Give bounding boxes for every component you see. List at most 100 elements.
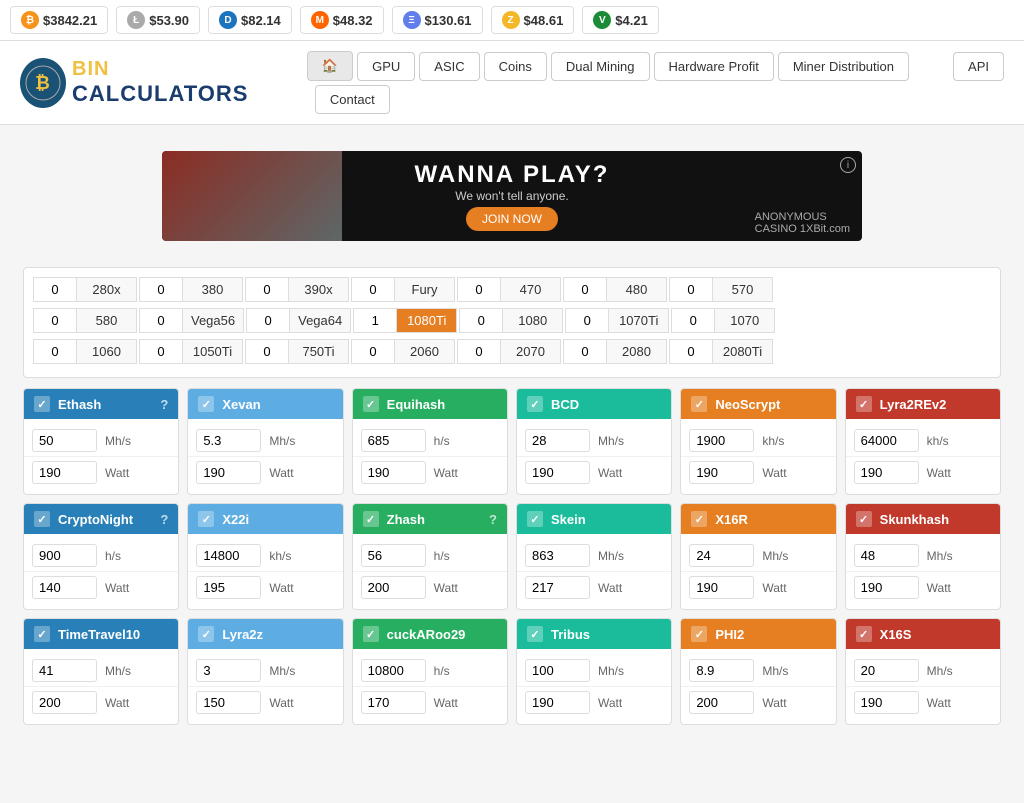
algo-check-icon: ✓ [856, 511, 872, 527]
algo-header-lyra2rev2[interactable]: ✓Lyra2REv2 [846, 389, 1000, 419]
gpu-qty-input-380[interactable] [140, 278, 182, 301]
algo-watt-input[interactable] [689, 576, 754, 599]
gpu-qty-input-1070ti[interactable] [566, 309, 608, 332]
algo-header-timetravel10[interactable]: ✓TimeTravel10 [24, 619, 178, 649]
nav-gpu-button[interactable]: GPU [357, 52, 415, 81]
algo-watt-input[interactable] [525, 691, 590, 714]
gpu-qty-input-1080ti[interactable] [354, 309, 396, 332]
algo-info-icon[interactable]: ? [489, 512, 497, 527]
algo-header-skunkhash[interactable]: ✓Skunkhash [846, 504, 1000, 534]
algo-watt-input[interactable] [32, 461, 97, 484]
algo-unit-label: h/s [105, 549, 121, 563]
algo-header-neoscrypt[interactable]: ✓NeoScrypt [681, 389, 835, 419]
algo-watt-input[interactable] [854, 461, 919, 484]
nav-coins-button[interactable]: Coins [484, 52, 547, 81]
algo-hashrate-input[interactable] [361, 429, 426, 452]
algo-watt-input[interactable] [689, 461, 754, 484]
algo-name-label: PHI2 [715, 627, 744, 642]
gpu-qty-input-1080[interactable] [460, 309, 502, 332]
gpu-qty-input-2070[interactable] [458, 340, 500, 363]
algo-header-x16r[interactable]: ✓X16R [681, 504, 835, 534]
gpu-qty-input-480[interactable] [564, 278, 606, 301]
algo-header-cryptonight[interactable]: ✓CryptoNight? [24, 504, 178, 534]
algo-body: Mh/sWatt [24, 419, 178, 494]
nav-hardware-profit-button[interactable]: Hardware Profit [654, 52, 774, 81]
algo-header-x22i[interactable]: ✓X22i [188, 504, 342, 534]
nav-contact-button[interactable]: Contact [315, 85, 390, 114]
nav-api-button[interactable]: API [953, 52, 1004, 81]
algo-info-icon[interactable]: ? [160, 397, 168, 412]
nav-asic-button[interactable]: ASIC [419, 52, 479, 81]
gpu-qty-input-280x[interactable] [34, 278, 76, 301]
algo-header-tribus[interactable]: ✓Tribus [517, 619, 671, 649]
algo-hashrate-input[interactable] [689, 544, 754, 567]
ad-join-button[interactable]: JOIN NOW [466, 207, 558, 231]
algo-hashrate-input[interactable] [32, 659, 97, 682]
algo-header-phi2[interactable]: ✓PHI2 [681, 619, 835, 649]
gpu-qty-input-1050ti[interactable] [140, 340, 182, 363]
gpu-qty-input-2080ti[interactable] [670, 340, 712, 363]
gpu-qty-input-1060[interactable] [34, 340, 76, 363]
gpu-qty-input-fury[interactable] [352, 278, 394, 301]
algo-watt-input[interactable] [196, 691, 261, 714]
algo-watt-input[interactable] [525, 461, 590, 484]
algo-watt-input[interactable] [361, 691, 426, 714]
gpu-cell-2080: 2080 [563, 339, 667, 364]
nav-miner-distribution-button[interactable]: Miner Distribution [778, 52, 909, 81]
algo-unit-label: Watt [598, 466, 622, 480]
gpu-qty-input-390x[interactable] [246, 278, 288, 301]
nav-home-button[interactable]: 🏠 [307, 51, 353, 81]
algo-hashrate-input[interactable] [196, 544, 261, 567]
algo-header-equihash[interactable]: ✓Equihash [353, 389, 507, 419]
algo-watt-input[interactable] [196, 461, 261, 484]
algo-hashrate-row: Mh/s [188, 655, 342, 687]
gpu-qty-input-570[interactable] [670, 278, 712, 301]
gpu-qty-input-580[interactable] [34, 309, 76, 332]
algo-card-neoscrypt: ✓NeoScryptkh/sWatt [680, 388, 836, 495]
algo-watt-input[interactable] [32, 691, 97, 714]
gpu-qty-input-vega64[interactable] [247, 309, 289, 332]
algo-watt-input[interactable] [361, 461, 426, 484]
algo-hashrate-input[interactable] [689, 429, 754, 452]
gpu-qty-input-470[interactable] [458, 278, 500, 301]
algo-header-cuckaroo29[interactable]: ✓cuckARoo29 [353, 619, 507, 649]
algo-unit-label: Mh/s [927, 549, 953, 563]
algo-info-icon[interactable]: ? [160, 512, 168, 527]
ad-info-icon[interactable]: i [840, 157, 856, 173]
algo-watt-input[interactable] [196, 576, 261, 599]
algo-hashrate-input[interactable] [32, 544, 97, 567]
algo-header-zhash[interactable]: ✓Zhash? [353, 504, 507, 534]
nav-dual-mining-button[interactable]: Dual Mining [551, 52, 650, 81]
algo-header-xevan[interactable]: ✓Xevan [188, 389, 342, 419]
algo-hashrate-input[interactable] [32, 429, 97, 452]
algo-hashrate-input[interactable] [854, 659, 919, 682]
algo-hashrate-input[interactable] [854, 429, 919, 452]
algo-header-skein[interactable]: ✓Skein [517, 504, 671, 534]
algo-watt-input[interactable] [525, 576, 590, 599]
algo-watt-input[interactable] [32, 576, 97, 599]
algo-hashrate-input[interactable] [525, 659, 590, 682]
gpu-qty-input-vega56[interactable] [140, 309, 182, 332]
algo-name-label: Ethash [58, 397, 101, 412]
algo-hashrate-input[interactable] [689, 659, 754, 682]
algo-header-x16s[interactable]: ✓X16S [846, 619, 1000, 649]
algo-hashrate-input[interactable] [196, 429, 261, 452]
gpu-qty-input-2060[interactable] [352, 340, 394, 363]
algo-header-lyra2z[interactable]: ✓Lyra2z [188, 619, 342, 649]
algo-watt-input[interactable] [361, 576, 426, 599]
algo-watt-input[interactable] [854, 576, 919, 599]
algo-watt-input[interactable] [689, 691, 754, 714]
gpu-qty-input-1070[interactable] [672, 309, 714, 332]
algo-hashrate-input[interactable] [196, 659, 261, 682]
algo-header-ethash[interactable]: ✓Ethash? [24, 389, 178, 419]
algo-watt-input[interactable] [854, 691, 919, 714]
gpu-qty-input-2080[interactable] [564, 340, 606, 363]
algo-name-label: Zhash [387, 512, 425, 527]
algo-hashrate-input[interactable] [525, 544, 590, 567]
gpu-qty-input-750ti[interactable] [246, 340, 288, 363]
algo-header-bcd[interactable]: ✓BCD [517, 389, 671, 419]
algo-hashrate-input[interactable] [854, 544, 919, 567]
algo-hashrate-input[interactable] [525, 429, 590, 452]
algo-hashrate-input[interactable] [361, 544, 426, 567]
algo-hashrate-input[interactable] [361, 659, 426, 682]
